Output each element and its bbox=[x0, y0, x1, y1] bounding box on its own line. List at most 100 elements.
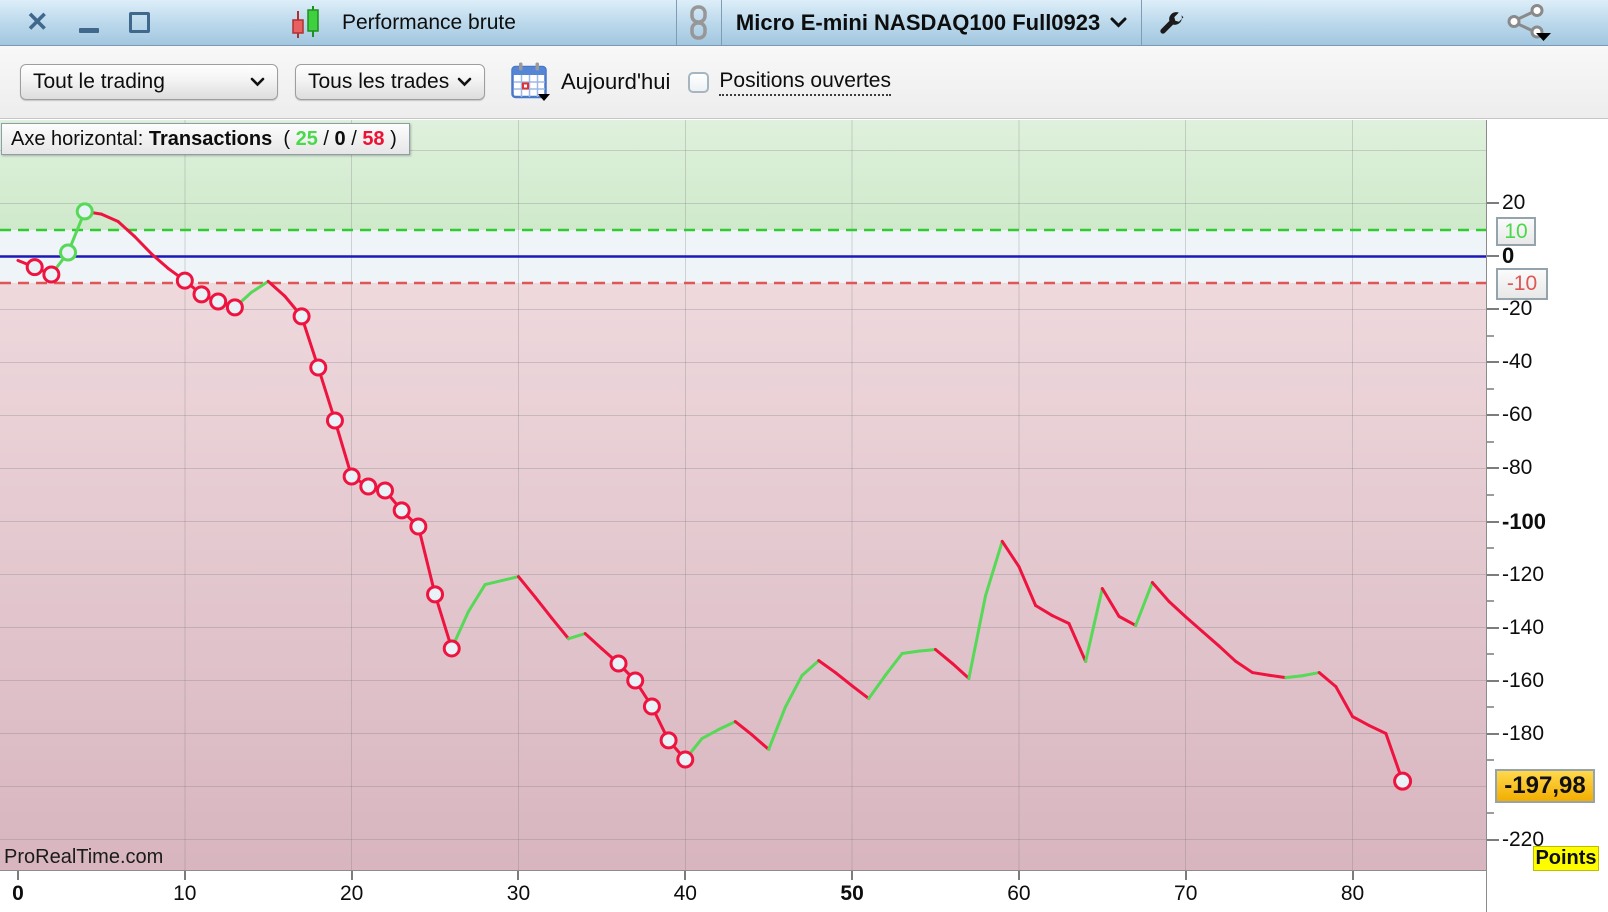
y-axis-label: -140 bbox=[1502, 615, 1545, 639]
trading-scope-select[interactable]: Tout le trading bbox=[20, 64, 278, 100]
equity-segment bbox=[917, 648, 937, 653]
y-axis-tick bbox=[1487, 361, 1499, 364]
trade-marker bbox=[175, 271, 194, 290]
trade-marker bbox=[409, 517, 428, 536]
x-axis-tick bbox=[17, 871, 19, 880]
y-axis-tick bbox=[1487, 520, 1499, 523]
y-axis-tick bbox=[1487, 414, 1499, 417]
date-range-label[interactable]: Aujourd'hui bbox=[561, 69, 670, 95]
y-axis-label: -120 bbox=[1502, 562, 1545, 586]
y-axis-minor-tick bbox=[1487, 600, 1494, 602]
minimize-icon[interactable] bbox=[78, 28, 99, 33]
trade-marker bbox=[42, 265, 61, 284]
y-axis-label: -160 bbox=[1502, 668, 1545, 692]
trades-filter-value: Tous les trades bbox=[308, 70, 450, 93]
loss-count: 58 bbox=[362, 127, 385, 150]
calendar-icon[interactable] bbox=[511, 62, 551, 102]
x-axis-label: 70 bbox=[1174, 882, 1198, 905]
trade-marker bbox=[642, 697, 661, 716]
x-axis-label: 30 bbox=[506, 882, 531, 905]
last-value-label: -197,98 bbox=[1495, 769, 1595, 803]
x-axis-label: 50 bbox=[840, 882, 864, 905]
open-positions-checkbox[interactable] bbox=[688, 71, 710, 93]
equity-segment bbox=[1284, 674, 1304, 680]
trade-marker bbox=[659, 731, 678, 750]
y-axis-label: -20 bbox=[1502, 297, 1533, 321]
x-axis-tick bbox=[517, 871, 520, 880]
trade-marker bbox=[225, 298, 244, 317]
y-axis-tick bbox=[1487, 255, 1499, 258]
x-axis: 0 10 20 30 40 50 60 70 80 bbox=[0, 870, 1486, 912]
y-axis-label: -100 bbox=[1502, 508, 1547, 534]
neutral-count: 0 bbox=[334, 127, 346, 150]
trade-marker bbox=[676, 750, 695, 769]
chart-area: Axe horizontal: Transactions ( 25 / 0 / … bbox=[0, 120, 1486, 870]
settings-wrench-icon[interactable] bbox=[1154, 8, 1184, 38]
titlebar-separator bbox=[720, 0, 722, 45]
maximize-icon[interactable] bbox=[128, 12, 150, 33]
y-axis-tick bbox=[1487, 467, 1499, 470]
titlebar-separator bbox=[675, 0, 677, 45]
horizontal-axis-badge[interactable]: Axe horizontal: Transactions ( 25 / 0 / … bbox=[1, 123, 410, 155]
loss-zone bbox=[0, 282, 1486, 870]
filter-toolbar: Tout le trading Tous les trades Aujourd'… bbox=[0, 46, 1608, 119]
open-positions-label[interactable]: Positions ouvertes bbox=[719, 69, 891, 96]
trade-marker bbox=[75, 202, 94, 221]
performance-window: ✕ Performance brute Micro E-mini NASDAQ1… bbox=[0, 0, 1608, 912]
y-axis-minor-tick bbox=[1487, 387, 1494, 390]
trade-marker bbox=[626, 671, 645, 690]
y-axis-minor-tick bbox=[1487, 812, 1494, 815]
titlebar-separator bbox=[1141, 0, 1143, 45]
trade-marker bbox=[442, 639, 461, 658]
trade-marker bbox=[192, 285, 211, 304]
y-axis-minor-tick bbox=[1487, 653, 1494, 655]
axis-badge-slash: / bbox=[317, 127, 335, 150]
unit-label: Points bbox=[1533, 846, 1599, 871]
title-bar: ✕ Performance brute Micro E-mini NASDAQ1… bbox=[0, 0, 1608, 46]
chevron-down-icon bbox=[457, 77, 472, 87]
trade-marker bbox=[376, 481, 394, 500]
y-axis-minor-tick bbox=[1487, 547, 1494, 549]
x-axis-label: 80 bbox=[1340, 882, 1365, 905]
y-axis-minor-tick bbox=[1487, 440, 1494, 443]
trades-filter-select[interactable]: Tous les trades bbox=[295, 64, 485, 100]
close-icon[interactable]: ✕ bbox=[26, 9, 49, 36]
trade-marker bbox=[325, 411, 344, 430]
share-icon[interactable] bbox=[1506, 4, 1552, 41]
win-count: 25 bbox=[295, 127, 318, 150]
y-axis-minor-tick bbox=[1487, 706, 1494, 708]
x-axis-label: 60 bbox=[1007, 882, 1031, 905]
y-axis-label: -180 bbox=[1502, 721, 1545, 745]
prorealtime-watermark: ProRealTime.com bbox=[4, 846, 164, 868]
link-windows-icon[interactable] bbox=[687, 4, 711, 41]
axis-badge-paren: ( bbox=[272, 127, 296, 150]
trade-marker bbox=[609, 654, 628, 673]
trade-marker bbox=[309, 358, 328, 377]
trade-marker bbox=[359, 477, 378, 496]
chevron-down-icon bbox=[1110, 17, 1127, 28]
y-axis-minor-tick bbox=[1487, 494, 1494, 496]
instrument-name: Micro E-mini NASDAQ100 Full0923 bbox=[735, 9, 1101, 35]
y-axis-tick bbox=[1487, 573, 1499, 576]
window-title: Performance brute bbox=[342, 10, 516, 34]
x-axis-tick bbox=[183, 871, 186, 880]
y-axis: 20 0 -20 -40 -60 -80 -100 -120 -140 -160 -180 -220 1… bbox=[1486, 120, 1608, 912]
lower-threshold-label: -10 bbox=[1496, 268, 1548, 300]
y-axis-label: -60 bbox=[1502, 403, 1533, 427]
performance-chart[interactable] bbox=[0, 120, 1486, 870]
candlestick-icon bbox=[290, 4, 328, 42]
upper-threshold-label: 10 bbox=[1496, 217, 1536, 246]
y-axis-label: -80 bbox=[1502, 456, 1533, 480]
x-axis-tick bbox=[1351, 871, 1354, 880]
y-axis-tick bbox=[1487, 679, 1499, 682]
instrument-select[interactable]: Micro E-mini NASDAQ100 Full0923 bbox=[736, 10, 1127, 36]
axis-badge-name: Transactions bbox=[148, 127, 273, 150]
trade-marker bbox=[342, 467, 361, 486]
y-axis-minor-tick bbox=[1487, 334, 1494, 337]
trade-marker bbox=[392, 501, 411, 520]
axis-badge-slash: / bbox=[345, 127, 363, 150]
axis-badge-paren: ) bbox=[384, 127, 397, 150]
x-axis-tick bbox=[851, 871, 854, 880]
x-axis-tick bbox=[350, 871, 353, 880]
x-axis-tick bbox=[684, 871, 687, 880]
